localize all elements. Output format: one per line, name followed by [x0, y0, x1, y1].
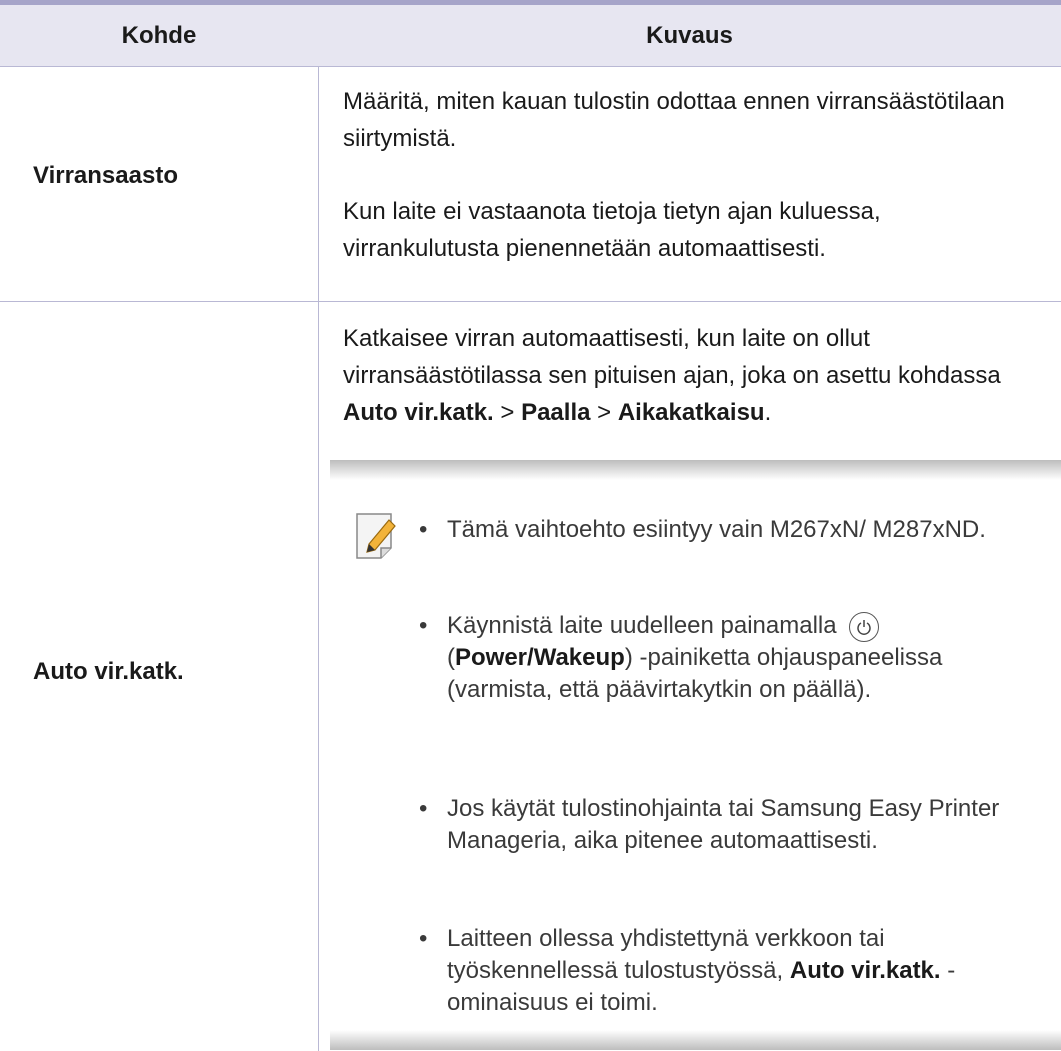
note-bottom-shade — [330, 1030, 1061, 1050]
note-top-shade — [330, 460, 1061, 480]
path-aikakatkaisu: Aikakatkaisu — [617, 399, 765, 426]
virransaasto-desc-1: Määritä, miten kauan tulostin odottaa en… — [343, 88, 1005, 152]
auto-desc-text: Katkaisee virran automaattisesti, kun la… — [343, 325, 1001, 389]
item-virransaasto: Virransaasto — [33, 162, 178, 189]
note-box: • Tämä vaihtoehto esiintyy vain M267xN/ … — [330, 460, 1061, 1050]
path-end: . — [764, 399, 772, 426]
settings-table: Kohde Kuvaus Virransaasto Määritä, miten… — [0, 0, 1061, 1051]
column-divider — [318, 66, 319, 1051]
virransaasto-desc-2: Kun laite ei vastaanota tietoja tietyn a… — [343, 198, 881, 262]
note-bullet-2-text: Käynnistä laite uudelleen painamalla — [447, 612, 837, 639]
note-bullet-2-open: ( — [447, 644, 455, 671]
auto-vir-katk-desc: Katkaisee virran automaattisesti, kun la… — [343, 320, 1043, 431]
path-separator-2: > — [597, 399, 612, 426]
path-separator-1: > — [500, 399, 515, 426]
row-divider — [0, 301, 1061, 302]
power-icon — [849, 611, 880, 642]
note-bullet-3-text: Jos käytät tulostinohjainta tai Samsung … — [447, 795, 1000, 854]
path-paalla: Paalla — [521, 399, 591, 426]
note-bullet-1-text: Tämä vaihtoehto esiintyy vain M267xN/ M2… — [447, 516, 986, 543]
path-auto-vir-katk: Auto vir.katk. — [343, 399, 494, 426]
power-wakeup-label: Power/Wakeup — [455, 644, 625, 671]
item-auto-vir-katk: Auto vir.katk. — [33, 658, 184, 685]
header-kohde: Kohde — [121, 22, 197, 49]
note-pencil-icon — [353, 510, 403, 562]
header-kuvaus: Kuvaus — [646, 22, 733, 49]
table-header: Kohde Kuvaus — [0, 5, 1061, 67]
auto-vir-katk-bold: Auto vir.katk. — [789, 957, 941, 984]
